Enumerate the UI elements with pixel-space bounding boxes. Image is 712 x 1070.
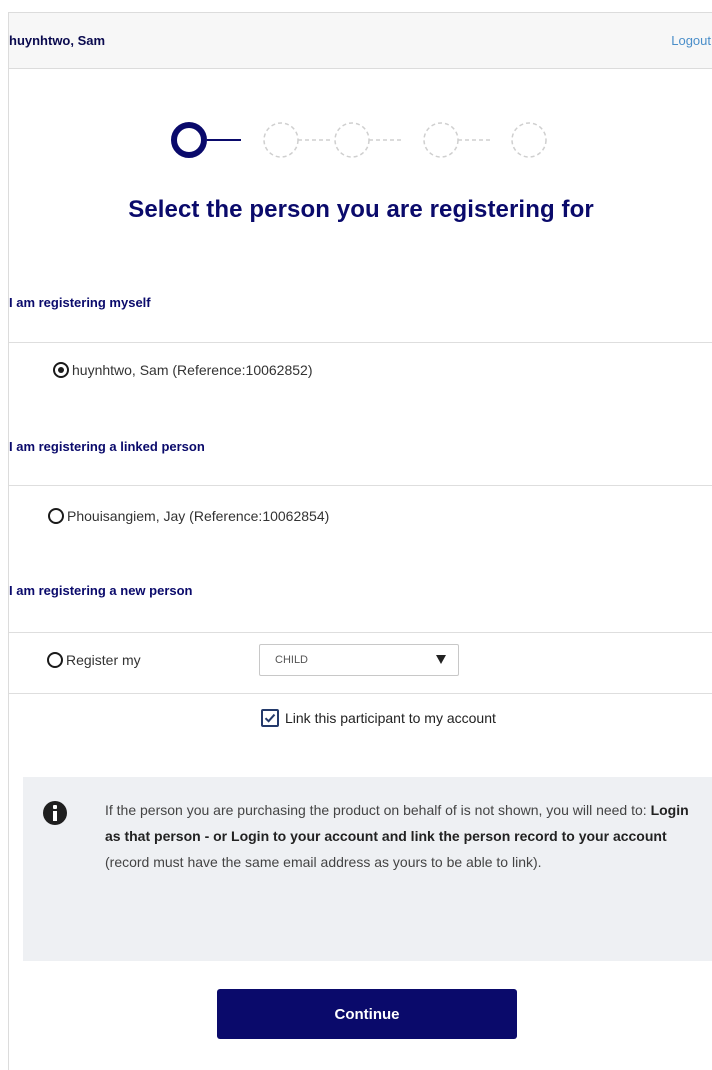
radio-button-linked-person[interactable] <box>48 508 64 524</box>
step-1-current <box>171 122 207 158</box>
top-bar: huynhtwo, Sam Logout <box>9 13 712 69</box>
radio-label-myself: huynhtwo, Sam (Reference:10062852) <box>72 362 313 378</box>
info-icon <box>43 801 67 825</box>
logged-in-user-name: huynhtwo, Sam <box>9 33 106 48</box>
link-participant-checkbox[interactable] <box>261 709 279 727</box>
registration-panel: huynhtwo, Sam Logout Select the person y… <box>8 12 712 1070</box>
progress-stepper <box>171 122 547 158</box>
radio-button-new-person[interactable] <box>47 652 63 668</box>
radio-label-linked-person: Phouisangiem, Jay (Reference:10062854) <box>67 508 330 524</box>
divider <box>9 693 712 694</box>
relation-select-value: CHILD <box>275 654 309 666</box>
info-notice: If the person you are purchasing the pro… <box>23 777 712 961</box>
relation-select[interactable]: CHILD <box>259 644 459 676</box>
divider <box>9 485 712 486</box>
radio-option-linked-person[interactable]: Phouisangiem, Jay (Reference:10062854) <box>48 508 329 524</box>
step-5-pending <box>511 122 547 158</box>
radio-option-new-person[interactable]: Register my <box>47 652 141 668</box>
link-participant-option[interactable]: Link this participant to my account <box>261 709 496 727</box>
section-heading-myself: I am registering myself <box>9 295 151 310</box>
section-heading-linked: I am registering a linked person <box>9 439 205 454</box>
radio-button-myself[interactable] <box>53 362 69 378</box>
info-intro-text: If the person you are purchasing the pro… <box>105 802 647 818</box>
page-title: Select the person you are registering fo… <box>128 196 594 223</box>
divider <box>9 342 712 343</box>
info-message: If the person you are purchasing the pro… <box>105 797 701 875</box>
radio-label-new-person: Register my <box>66 652 141 668</box>
section-heading-new-person: I am registering a new person <box>9 583 193 598</box>
dropdown-arrow-icon <box>436 655 446 664</box>
step-2-pending <box>263 122 299 158</box>
step-3-pending <box>334 122 370 158</box>
step-4-pending <box>423 122 459 158</box>
divider <box>9 632 712 633</box>
radio-option-myself[interactable]: huynhtwo, Sam (Reference:10062852) <box>53 362 312 378</box>
info-note-text: (record must have the same email address… <box>105 854 542 870</box>
checkmark-icon <box>264 713 276 723</box>
link-participant-label: Link this participant to my account <box>285 710 496 726</box>
continue-button[interactable]: Continue <box>217 989 517 1039</box>
logout-link[interactable]: Logout <box>671 33 711 48</box>
